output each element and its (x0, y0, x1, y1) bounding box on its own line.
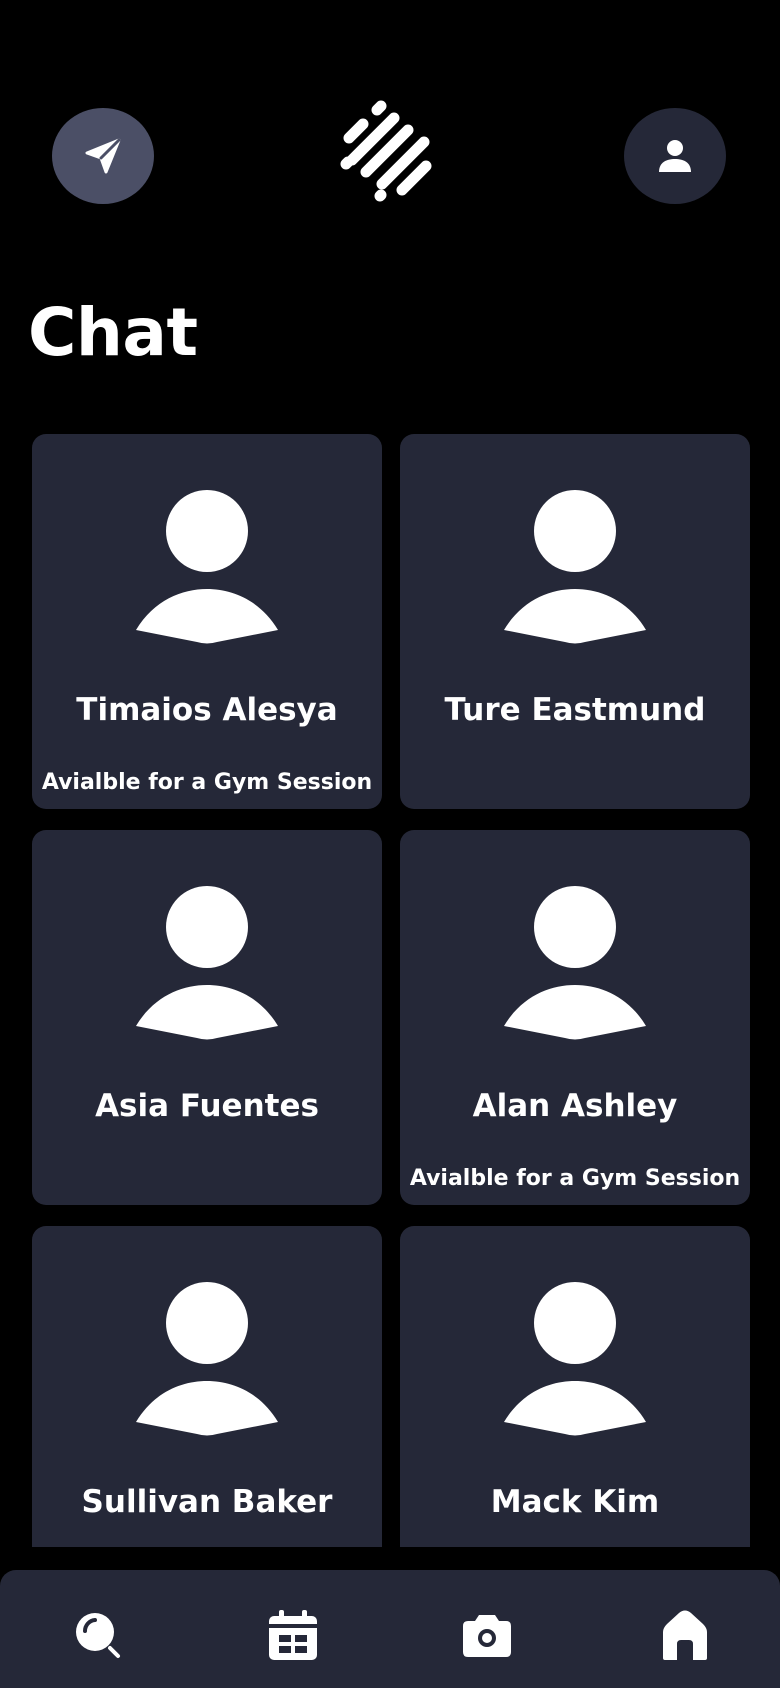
contact-card[interactable]: Sullivan Baker (32, 1226, 382, 1547)
home-icon (663, 1610, 707, 1660)
send-icon (85, 138, 121, 174)
contact-status: Avialble for a Gym Session (409, 1166, 741, 1191)
avatar-icon (136, 886, 278, 1040)
calendar-icon (269, 1610, 317, 1660)
bottom-navigation (0, 1570, 780, 1688)
nav-search-button[interactable] (64, 1606, 134, 1666)
nav-home-button[interactable] (650, 1606, 720, 1666)
page-title: Chat (28, 294, 198, 371)
avatar-icon (136, 490, 278, 644)
nav-camera-button[interactable] (452, 1606, 522, 1666)
contact-status: Avialble for a Gym Session (41, 770, 373, 795)
avatar-icon (504, 886, 646, 1040)
contact-card[interactable]: Alan Ashley Avialble for a Gym Session (400, 830, 750, 1205)
contacts-grid: Timaios Alesya Avialble for a Gym Sessio… (32, 434, 750, 1547)
logo-icon (340, 100, 432, 202)
profile-button[interactable] (624, 108, 726, 204)
contact-name: Timaios Alesya (76, 692, 338, 728)
contact-name: Ture Eastmund (444, 692, 706, 728)
contact-card[interactable]: Asia Fuentes (32, 830, 382, 1205)
search-icon (76, 1613, 120, 1658)
contact-card[interactable]: Timaios Alesya Avialble for a Gym Sessio… (32, 434, 382, 809)
send-button[interactable] (52, 108, 154, 204)
contact-name: Mack Kim (490, 1484, 660, 1520)
contacts-list[interactable]: Timaios Alesya Avialble for a Gym Sessio… (0, 434, 780, 1547)
contact-name: Sullivan Baker (81, 1484, 333, 1520)
contact-card[interactable]: Ture Eastmund (400, 434, 750, 809)
contact-name: Asia Fuentes (95, 1088, 319, 1124)
user-icon (659, 140, 691, 172)
contact-card[interactable]: Mack Kim (400, 1226, 750, 1547)
nav-calendar-button[interactable] (258, 1606, 328, 1666)
avatar-icon (136, 1282, 278, 1436)
camera-icon (463, 1615, 511, 1657)
chat-screen: Chat Timaios Alesya Avialble for a Gym S… (0, 0, 780, 1688)
avatar-icon (504, 490, 646, 644)
avatar-icon (504, 1282, 646, 1436)
contact-name: Alan Ashley (472, 1088, 678, 1124)
